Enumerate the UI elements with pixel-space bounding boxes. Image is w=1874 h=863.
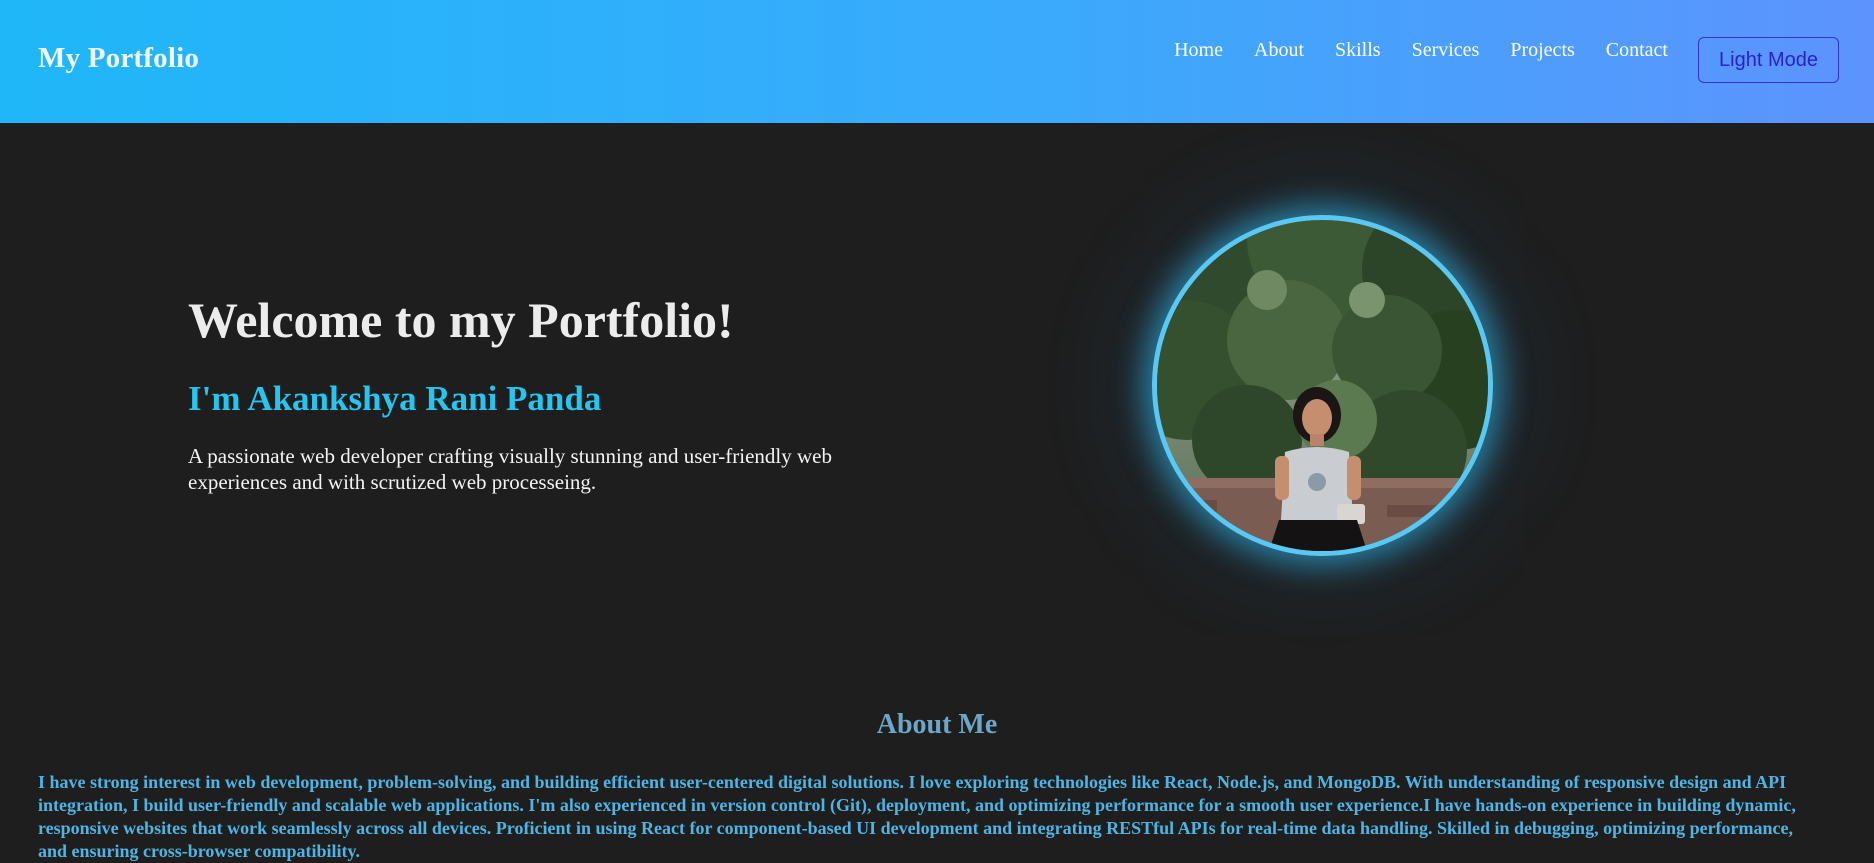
profile-photo xyxy=(1152,215,1493,556)
nav-link-about[interactable]: About xyxy=(1254,38,1304,62)
nav-link-services[interactable]: Services xyxy=(1412,38,1480,62)
nav-link-contact[interactable]: Contact xyxy=(1606,38,1668,62)
profile-photo-illustration xyxy=(1157,220,1488,551)
theme-toggle-button[interactable]: Light Mode xyxy=(1698,37,1839,83)
nav-link-skills[interactable]: Skills xyxy=(1335,38,1381,62)
about-title: About Me xyxy=(876,709,998,740)
nav-link-projects[interactable]: Projects xyxy=(1510,38,1574,62)
hero-title: Welcome to my Portfolio! xyxy=(188,292,734,348)
about-text: I have strong interest in web developmen… xyxy=(38,772,1796,861)
nav-link-home[interactable]: Home xyxy=(1174,38,1223,62)
hero-name: I'm Akankshya Rani Panda xyxy=(188,379,602,418)
nav-links: Home About Skills Services Projects Cont… xyxy=(1143,38,1668,62)
hero-description: A passionate web developer crafting visu… xyxy=(188,444,832,494)
navbar: My Portfolio Home About Skills Services … xyxy=(0,0,1874,123)
brand-logo[interactable]: My Portfolio xyxy=(38,42,199,75)
